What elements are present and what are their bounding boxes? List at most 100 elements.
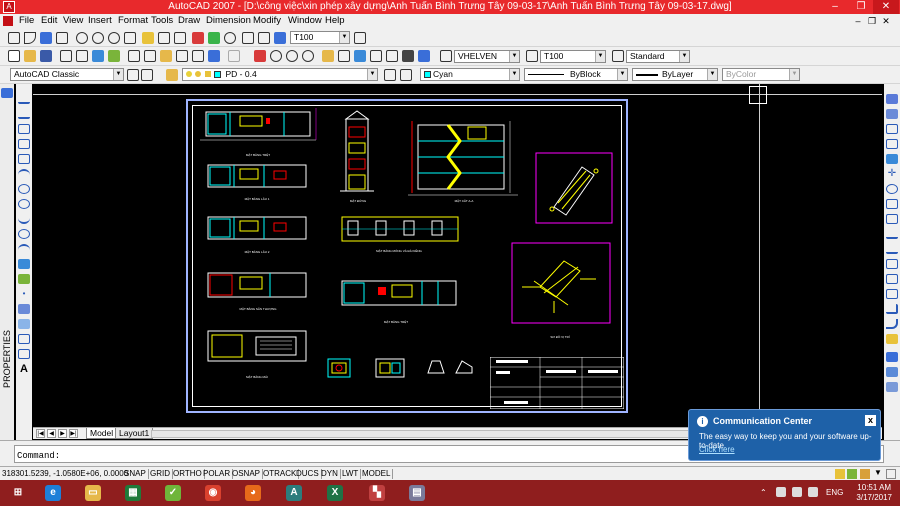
autocad-icon[interactable]: A <box>279 481 309 505</box>
my-workspace-icon[interactable] <box>141 69 153 81</box>
join-icon[interactable] <box>886 289 898 299</box>
zoom-realtime-icon[interactable] <box>270 50 282 62</box>
menu-dimension[interactable]: Dimension <box>206 15 251 26</box>
color-select[interactable]: Cyan ▼ <box>420 68 520 81</box>
array-icon[interactable] <box>886 154 898 164</box>
line-icon[interactable] <box>18 94 30 104</box>
copy-icon[interactable] <box>144 50 156 62</box>
dimension-edit-icon[interactable] <box>242 32 254 44</box>
print-icon[interactable] <box>60 50 72 62</box>
tray-settings-icon[interactable] <box>860 469 870 479</box>
grid-toggle[interactable]: GRID <box>150 469 173 479</box>
menu-draw[interactable]: Draw <box>178 15 200 26</box>
prev-tab-button[interactable]: ◀ <box>47 429 56 438</box>
model-toggle[interactable]: MODEL <box>362 469 394 479</box>
pan-icon[interactable] <box>254 50 266 62</box>
send-back-icon[interactable] <box>886 382 898 392</box>
firefox-icon[interactable]: ◕ <box>238 481 268 505</box>
menu-file[interactable]: File <box>19 15 34 26</box>
status-menu-icon[interactable]: ▼ <box>874 468 882 477</box>
menu-tools[interactable]: Tools <box>151 15 173 26</box>
offset-icon[interactable] <box>886 139 898 149</box>
system-clock[interactable]: 10:51 AM 3/17/2017 <box>856 483 892 503</box>
close-button[interactable]: ✕ <box>873 0 899 14</box>
tool-palettes-icon[interactable] <box>354 50 366 62</box>
dim-style-select[interactable]: T100 ▼ <box>540 50 606 63</box>
publish-icon[interactable] <box>92 50 104 62</box>
lwt-toggle[interactable]: LWT <box>342 469 362 479</box>
dimension-style-icon[interactable] <box>354 32 366 44</box>
plot-preview-icon[interactable] <box>76 50 88 62</box>
input-language[interactable]: ENG <box>826 488 843 497</box>
polygon-icon[interactable] <box>18 139 30 149</box>
excel-icon[interactable]: X <box>320 481 350 505</box>
communication-center-icon[interactable] <box>835 469 845 479</box>
help-icon[interactable] <box>418 50 430 62</box>
dim-style-icon[interactable] <box>526 50 538 62</box>
network-icon[interactable] <box>776 487 786 497</box>
construction-line-icon[interactable] <box>18 109 30 119</box>
workspace-select[interactable]: AutoCAD Classic ▼ <box>10 68 124 81</box>
copy-object-icon[interactable] <box>886 109 898 119</box>
drawing-canvas[interactable]: MẶT BẰNG TRỆT MẶT BẰNG LẦU 1 MẶT BẰNG LẦ… <box>33 84 882 427</box>
point-icon[interactable]: • <box>18 289 30 299</box>
otrack-toggle[interactable]: OTRACK <box>263 469 300 479</box>
gradient-icon[interactable] <box>18 319 30 329</box>
dock-grip-icon[interactable] <box>1 88 13 98</box>
layer-previous-icon[interactable] <box>400 69 412 81</box>
balloon-close-button[interactable]: x <box>865 415 876 426</box>
restore-button[interactable]: ❐ <box>848 0 874 14</box>
scale-icon[interactable] <box>886 199 898 209</box>
layer-manager-icon[interactable] <box>166 69 178 81</box>
hatch-icon[interactable] <box>18 304 30 314</box>
tab-model[interactable]: Model <box>86 428 118 439</box>
baseline-icon[interactable] <box>158 32 170 44</box>
diameter-icon[interactable] <box>108 32 120 44</box>
chamfer-icon[interactable] <box>886 304 898 314</box>
coordinate-readout[interactable]: 318301.5239, -1.0580E+06, 0.0000 <box>2 469 128 479</box>
mirror-icon[interactable] <box>886 124 898 134</box>
angular-icon[interactable] <box>124 32 136 44</box>
move-icon[interactable]: ✛ <box>886 169 898 179</box>
table-style-icon[interactable] <box>612 50 624 62</box>
radius-icon[interactable] <box>76 32 88 44</box>
battery-icon[interactable] <box>792 487 802 497</box>
explode-icon[interactable] <box>886 334 898 344</box>
zoom-window-icon[interactable] <box>286 50 298 62</box>
fillet-icon[interactable] <box>886 319 898 329</box>
ellipse-icon[interactable] <box>18 229 30 239</box>
workspace-settings-icon[interactable] <box>127 69 139 81</box>
ordinate-icon[interactable] <box>56 32 68 44</box>
next-tab-button[interactable]: ▶ <box>58 429 67 438</box>
properties-palette-tab[interactable]: PROPERTIES <box>0 324 14 404</box>
table-style-select[interactable]: Standard ▼ <box>626 50 690 63</box>
document-icon[interactable] <box>3 16 13 26</box>
open-file-icon[interactable] <box>24 50 36 62</box>
windows-start-icon[interactable]: ⊞ <box>3 481 33 505</box>
chrome-icon[interactable]: ◉ <box>198 481 228 505</box>
center-mark-icon[interactable] <box>224 32 236 44</box>
clean-screen-icon[interactable] <box>886 469 896 479</box>
ortho-toggle[interactable]: ORTHO <box>173 469 205 479</box>
aligned-dimension-icon[interactable] <box>24 32 36 44</box>
match-properties-icon[interactable] <box>176 50 188 62</box>
excel-app-icon[interactable]: ▦ <box>118 481 148 505</box>
linear-dimension-icon[interactable] <box>8 32 20 44</box>
text-style-select[interactable]: VHELVEN ▼ <box>454 50 520 63</box>
dimension-text-edit-icon[interactable] <box>258 32 270 44</box>
tab-layout1[interactable]: Layout1 <box>115 428 154 439</box>
doc-close-button[interactable]: ✕ <box>880 15 892 27</box>
cut-icon[interactable] <box>128 50 140 62</box>
volume-icon[interactable] <box>808 487 818 497</box>
linetype-select[interactable]: ByBlock ▼ <box>524 68 628 81</box>
app-green-icon[interactable]: ✓ <box>158 481 188 505</box>
ducs-toggle[interactable]: DUCS <box>296 469 322 479</box>
table-icon[interactable] <box>18 349 30 359</box>
menu-help[interactable]: Help <box>325 15 345 26</box>
arc-icon[interactable] <box>18 169 30 179</box>
draw-order-icon[interactable] <box>886 352 898 362</box>
layer-select[interactable]: PD - 0.4 ▼ <box>182 68 378 81</box>
insert-block-icon[interactable] <box>18 259 30 269</box>
balloon-link[interactable]: Click here <box>699 445 735 454</box>
text-style-icon[interactable] <box>440 50 452 62</box>
